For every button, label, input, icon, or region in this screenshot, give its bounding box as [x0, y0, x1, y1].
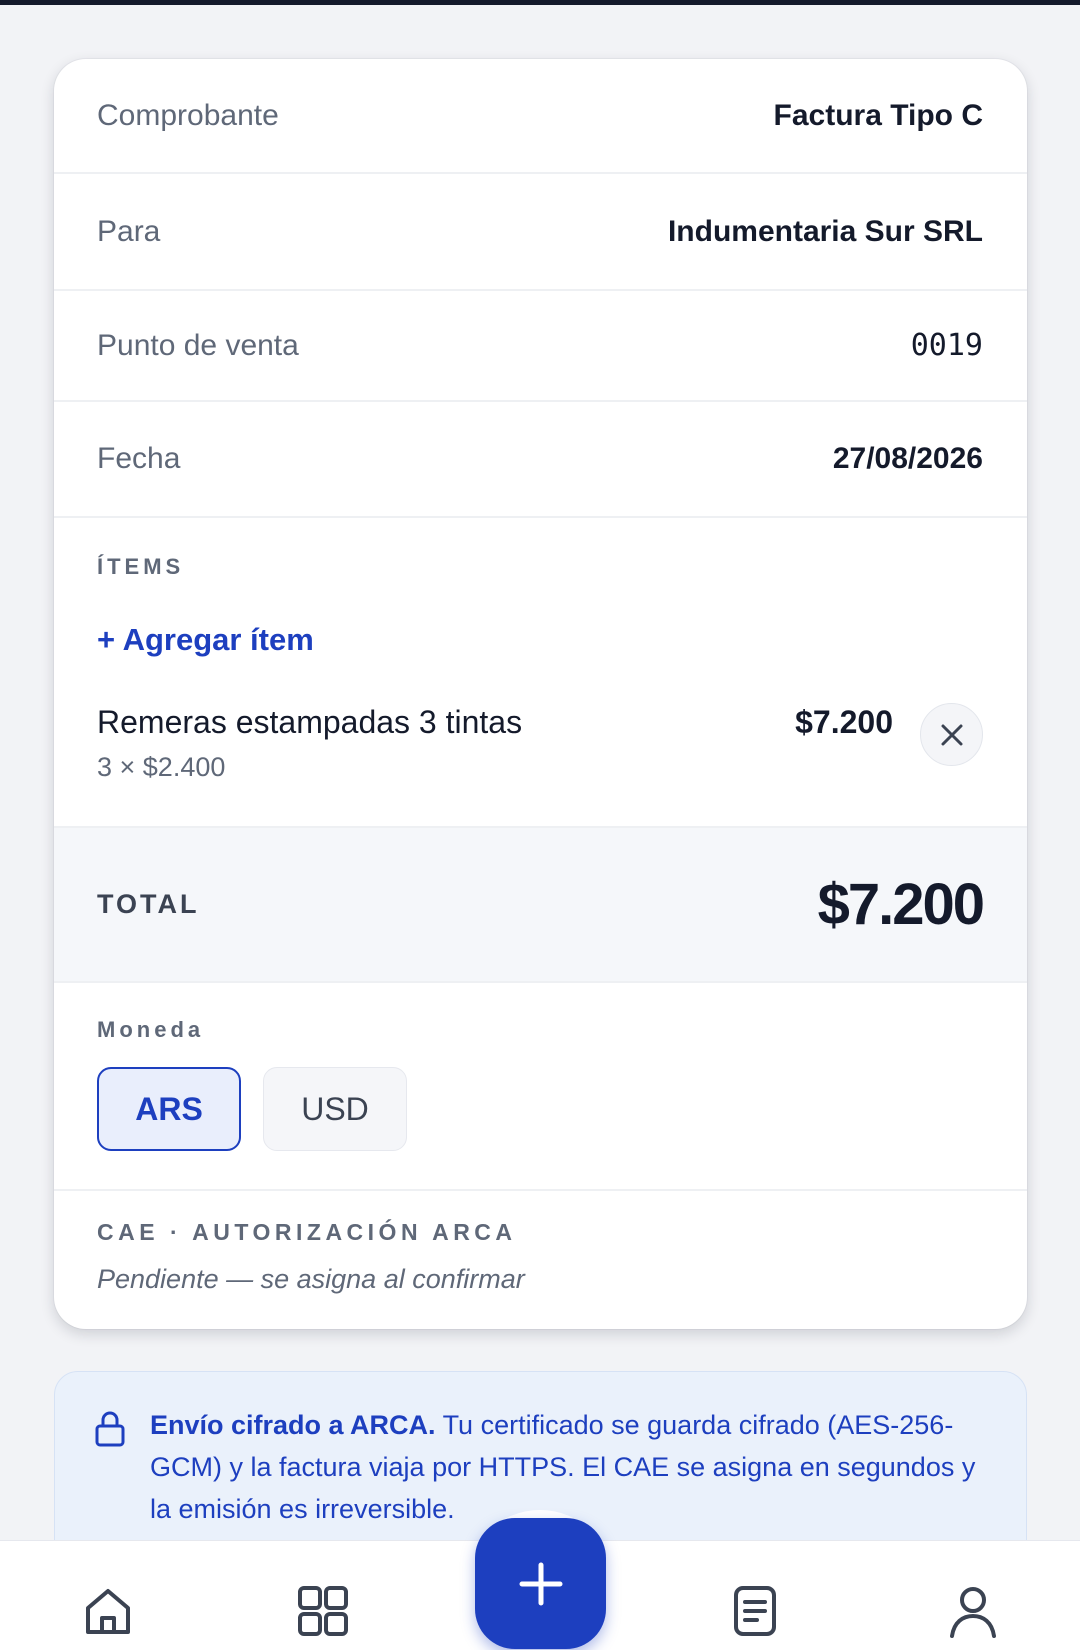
nav-invoices[interactable] — [727, 1583, 783, 1639]
grid-icon — [298, 1586, 348, 1636]
info-title: Envío cifrado a ARCA. — [150, 1410, 436, 1440]
document-icon — [734, 1586, 776, 1636]
recipient-value: Indumentaria Sur SRL — [667, 214, 983, 248]
nav-home[interactable] — [80, 1583, 136, 1639]
currency-section: Moneda ARS USD — [54, 983, 1027, 1191]
lock-icon — [95, 1411, 125, 1447]
currency-selector: ARS USD — [97, 1067, 983, 1151]
currency-option-usd[interactable]: USD — [263, 1067, 407, 1151]
date-row[interactable]: Fecha 27/08/2026 — [54, 402, 1027, 518]
nav-dashboard[interactable] — [295, 1583, 351, 1639]
remove-item-button[interactable] — [920, 703, 983, 766]
currency-option-ars[interactable]: ARS — [97, 1067, 241, 1151]
total-row: TOTAL $7.200 — [54, 828, 1027, 983]
currency-label: Moneda — [97, 1017, 205, 1042]
point-of-sale-value: 0019 — [910, 328, 983, 363]
invoice-card: Comprobante Factura Tipo C Para Indument… — [54, 59, 1027, 1329]
item-name: Remeras estampadas 3 tintas — [97, 704, 523, 740]
recipient-label: Para — [97, 214, 161, 248]
home-icon — [86, 1589, 130, 1634]
new-invoice-button[interactable] — [475, 1518, 606, 1649]
add-icon — [519, 1562, 562, 1605]
invoice-type-value: Factura Tipo C — [773, 98, 983, 132]
cae-section: CAE · AUTORIZACIÓN ARCA Pendiente — se a… — [54, 1191, 1027, 1295]
invoice-type-row[interactable]: Comprobante Factura Tipo C — [54, 59, 1027, 174]
list-item: Remeras estampadas 3 tintas 3 × $2.400 $… — [97, 703, 983, 784]
total-value: $7.200 — [817, 872, 985, 937]
item-quantity-price: 3 × $2.400 — [97, 752, 226, 782]
info-text: Envío cifrado a ARCA. Tu certificado se … — [150, 1404, 992, 1530]
top-status-strip — [0, 0, 1080, 5]
point-of-sale-row[interactable]: Punto de venta 0019 — [54, 291, 1027, 402]
user-icon — [950, 1587, 996, 1638]
recipient-row[interactable]: Para Indumentaria Sur SRL — [54, 174, 1027, 291]
date-label: Fecha — [97, 442, 181, 475]
cae-status: Pendiente — se asigna al confirmar — [97, 1264, 525, 1294]
total-label: TOTAL — [97, 889, 200, 919]
close-icon — [941, 724, 962, 745]
invoice-type-label: Comprobante — [97, 98, 279, 132]
item-amount: $7.200 — [795, 704, 893, 740]
nav-profile[interactable] — [945, 1583, 1001, 1639]
cae-label: CAE · AUTORIZACIÓN ARCA — [97, 1219, 517, 1245]
items-header: ÍTEMS — [97, 554, 185, 579]
add-item-button[interactable]: + Agregar ítem — [97, 622, 314, 658]
items-section: ÍTEMS + Agregar ítem Remeras estampadas … — [54, 518, 1027, 828]
date-value: 27/08/2026 — [832, 442, 983, 475]
point-of-sale-label: Punto de venta — [97, 328, 299, 362]
